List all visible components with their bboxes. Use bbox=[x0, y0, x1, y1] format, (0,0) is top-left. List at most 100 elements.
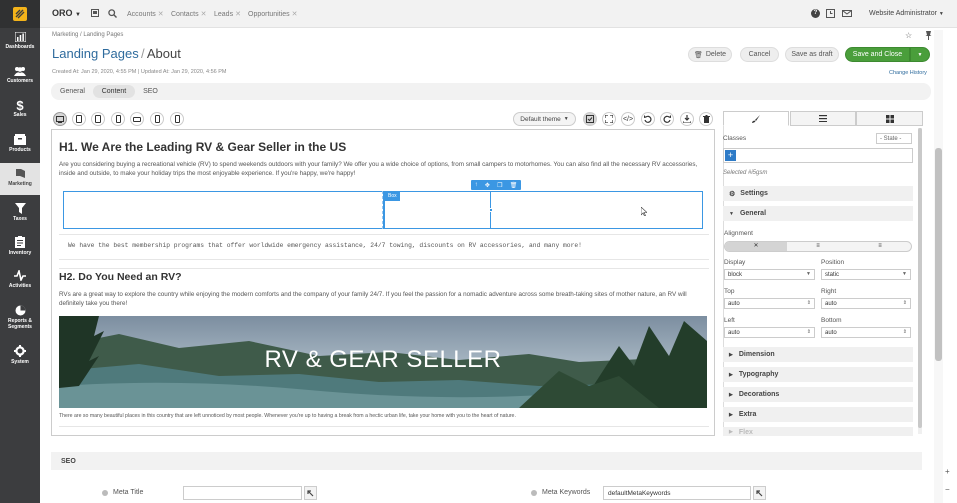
sidebar-item-sales[interactable]: $ Sales bbox=[0, 99, 40, 124]
display-select[interactable]: block ▼ bbox=[724, 269, 815, 280]
clear-canvas-button[interactable] bbox=[699, 112, 713, 126]
canvas-heading-1[interactable]: H1. We Are the Leading RV & Gear Seller … bbox=[59, 140, 346, 154]
fullscreen-button[interactable] bbox=[602, 112, 616, 126]
right-input[interactable]: auto ⇕ bbox=[821, 298, 911, 309]
settings-section[interactable]: ⚙ Settings bbox=[723, 186, 913, 201]
delete-icon[interactable]: 🗑 bbox=[510, 182, 518, 189]
cancel-button[interactable]: Cancel bbox=[740, 47, 779, 62]
code-view-button[interactable]: </> bbox=[621, 112, 635, 126]
banner-title[interactable]: RV & GEAR SELLER bbox=[59, 346, 707, 374]
delete-button[interactable]: 🗑 Delete bbox=[688, 47, 732, 62]
meta-keywords-fallback-button[interactable] bbox=[753, 486, 766, 500]
device-phone-rotate-button[interactable] bbox=[130, 112, 144, 126]
meta-title-input[interactable] bbox=[183, 486, 302, 500]
stepper-icon[interactable]: ⇕ bbox=[903, 329, 907, 335]
info-icon[interactable] bbox=[102, 490, 108, 496]
align-left-icon[interactable]: ≡ bbox=[787, 242, 849, 251]
layer-manager-tab[interactable] bbox=[790, 111, 856, 126]
sidebar-item-products[interactable]: Products bbox=[0, 134, 40, 158]
sidebar-item-customers[interactable]: Customers bbox=[0, 66, 40, 90]
undo-button[interactable] bbox=[641, 112, 655, 126]
stepper-icon[interactable]: ⇕ bbox=[903, 300, 907, 306]
pinned-tab-opportunities[interactable]: Opportunities ✕ bbox=[248, 10, 298, 18]
sidebar-item-system[interactable]: System bbox=[0, 345, 40, 369]
typography-section[interactable]: ▶ Typography bbox=[723, 367, 913, 382]
add-class-button[interactable]: + bbox=[725, 150, 736, 161]
move-icon[interactable]: ✥ bbox=[485, 182, 490, 189]
sidebar-item-activities[interactable]: Activities bbox=[0, 270, 40, 294]
info-icon[interactable] bbox=[531, 490, 537, 496]
position-select[interactable]: static ▼ bbox=[821, 269, 911, 280]
arrow-up-icon[interactable]: ↑ bbox=[475, 182, 478, 188]
state-select[interactable]: - State - bbox=[876, 133, 912, 144]
close-icon[interactable]: ✕ bbox=[292, 11, 298, 18]
tab-general[interactable]: General bbox=[54, 85, 91, 98]
align-none-button[interactable]: ✕ bbox=[725, 242, 787, 251]
oro-logo[interactable] bbox=[0, 0, 40, 28]
zoom-in-icon[interactable]: + bbox=[945, 467, 950, 476]
redo-button[interactable] bbox=[660, 112, 674, 126]
stepper-icon[interactable]: ⇕ bbox=[807, 300, 811, 306]
flex-section[interactable]: ▶ Flex bbox=[723, 427, 913, 436]
left-input[interactable]: auto ⇕ bbox=[724, 327, 815, 338]
toggle-borders-button[interactable] bbox=[583, 112, 597, 126]
brand-menu[interactable]: ORO ▼ bbox=[52, 8, 81, 18]
top-input[interactable]: auto ⇕ bbox=[724, 298, 815, 309]
stepper-icon[interactable]: ⇕ bbox=[807, 329, 811, 335]
style-manager-tab[interactable] bbox=[723, 111, 789, 126]
canvas-column[interactable] bbox=[63, 191, 383, 229]
help-icon[interactable]: ? bbox=[811, 9, 820, 18]
page-scrollbar-thumb[interactable] bbox=[935, 148, 942, 361]
canvas-paragraph-1[interactable]: Are you considering buying a recreationa… bbox=[59, 160, 709, 178]
save-draft-button[interactable]: Save as draft bbox=[785, 47, 839, 62]
star-icon[interactable]: ☆ bbox=[905, 31, 912, 40]
change-history-link[interactable]: Change History bbox=[889, 70, 927, 76]
general-section[interactable]: ▼ General bbox=[723, 206, 913, 221]
bottom-input[interactable]: auto ⇕ bbox=[821, 327, 911, 338]
canvas-heading-2[interactable]: H2. Do You Need an RV? bbox=[59, 271, 182, 283]
search-icon[interactable] bbox=[108, 9, 117, 18]
device-desktop-button[interactable] bbox=[53, 112, 67, 126]
page-scrollbar[interactable] bbox=[934, 30, 943, 503]
sidebar-item-dashboards[interactable]: Dashboards bbox=[0, 32, 40, 56]
blocks-tab[interactable] bbox=[856, 111, 923, 126]
sidebar-item-taxes[interactable]: Taxes bbox=[0, 203, 40, 227]
device-tablet-landscape-button[interactable] bbox=[72, 112, 86, 126]
canvas-paragraph-2[interactable]: RVs are a great way to explore the count… bbox=[59, 290, 699, 308]
save-close-button[interactable]: Save and Close bbox=[845, 47, 910, 62]
align-right-icon[interactable]: ≡ bbox=[849, 242, 911, 251]
zoom-out-icon[interactable]: − bbox=[945, 485, 950, 494]
pin-page-icon[interactable] bbox=[925, 31, 932, 40]
close-icon[interactable]: ✕ bbox=[235, 11, 241, 18]
copy-icon[interactable]: ❐ bbox=[497, 182, 502, 189]
resize-handle[interactable] bbox=[489, 208, 493, 212]
meta-keywords-input[interactable]: defaultMetaKeywords bbox=[603, 486, 751, 500]
close-icon[interactable]: ✕ bbox=[201, 11, 207, 18]
editor-canvas[interactable]: H1. We Are the Leading RV & Gear Seller … bbox=[51, 129, 715, 436]
classes-field[interactable] bbox=[723, 148, 913, 163]
mail-icon[interactable] bbox=[842, 10, 852, 17]
device-tablet-button[interactable] bbox=[91, 112, 105, 126]
pinned-tab-leads[interactable]: Leads ✕ bbox=[214, 10, 241, 18]
theme-select[interactable]: Default theme ▼ bbox=[513, 112, 576, 126]
decorations-section[interactable]: ▶ Decorations bbox=[723, 387, 913, 402]
device-phone-button[interactable] bbox=[150, 112, 164, 126]
pinned-tab-contacts[interactable]: Contacts ✕ bbox=[171, 10, 207, 18]
pinned-tab-accounts[interactable]: Accounts ✕ bbox=[127, 10, 164, 18]
clock-icon[interactable] bbox=[826, 9, 835, 18]
user-menu[interactable]: Website Administrator ▼ bbox=[869, 10, 944, 17]
save-dropdown-button[interactable]: ▼ bbox=[910, 47, 930, 62]
import-button[interactable] bbox=[680, 112, 694, 126]
panel-scrollbar[interactable] bbox=[918, 128, 922, 434]
title-section-link[interactable]: Landing Pages bbox=[52, 46, 139, 61]
meta-title-fallback-button[interactable] bbox=[304, 486, 317, 500]
pin-icon[interactable] bbox=[91, 9, 99, 17]
device-phone-landscape-button[interactable] bbox=[111, 112, 125, 126]
close-icon[interactable]: ✕ bbox=[158, 11, 164, 18]
canvas-banner[interactable]: RV & GEAR SELLER bbox=[59, 316, 707, 408]
extra-section[interactable]: ▶ Extra bbox=[723, 407, 913, 422]
sidebar-item-inventory[interactable]: Inventory bbox=[0, 236, 40, 260]
tab-content[interactable]: Content bbox=[93, 85, 135, 98]
dimension-section[interactable]: ▶ Dimension bbox=[723, 347, 913, 362]
device-phone-small-button[interactable] bbox=[170, 112, 184, 126]
